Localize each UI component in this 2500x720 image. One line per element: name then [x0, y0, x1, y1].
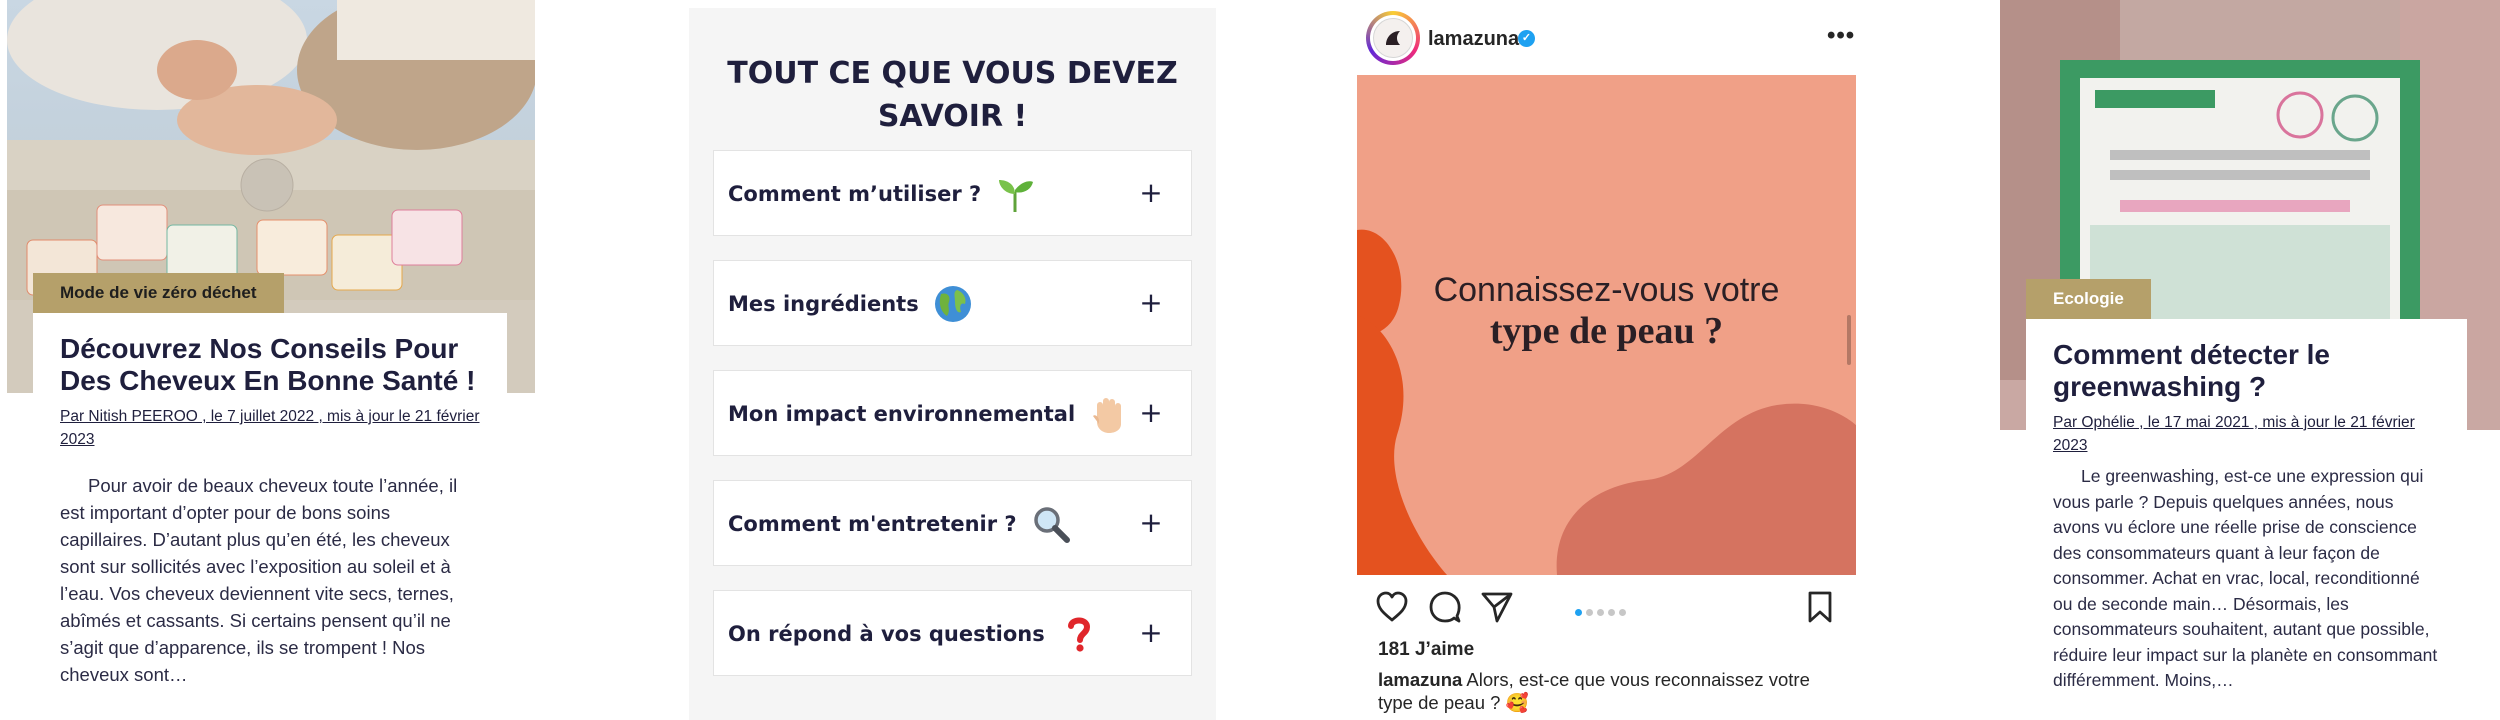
- expand-plus-icon[interactable]: +: [1139, 179, 1163, 207]
- article-excerpt-text: Pour avoir de beaux cheveux toute l’anné…: [60, 475, 458, 685]
- article-heading-box: Découvrez Nos Conseils Pour Des Cheveux …: [33, 313, 507, 465]
- article-excerpt: Le greenwashing, est-ce une expression q…: [2026, 464, 2467, 704]
- like-heart-icon[interactable]: [1375, 590, 1409, 624]
- faq-item-questions[interactable]: On répond à vos questions +: [713, 590, 1192, 676]
- globe-icon: [934, 286, 971, 322]
- article-card-greenwashing[interactable]: Ecologie Comment détecter le greenwashin…: [2000, 0, 2500, 720]
- article-title[interactable]: Découvrez Nos Conseils Pour Des Cheveux …: [60, 333, 480, 397]
- carousel-dot: [1597, 609, 1604, 616]
- faq-item-label: Mon impact environnemental: [728, 402, 1076, 426]
- post-image-heading-bold: type de peau ?: [1489, 310, 1724, 352]
- article-card-hair-tips[interactable]: Mode de vie zéro déchet Découvrez Nos Co…: [0, 0, 545, 720]
- carousel-indicator: [1575, 603, 1630, 621]
- likes-count[interactable]: 181 J’aime: [1378, 639, 1474, 661]
- instagram-action-bar: [1357, 590, 1856, 626]
- seedling-icon: [999, 180, 1034, 212]
- category-badge[interactable]: Mode de vie zéro déchet: [33, 273, 284, 313]
- faq-item-label: Comment m'entretenir ?: [728, 512, 1017, 536]
- instagram-post: lamazuna ✓ ••• Connaissez-vous votre typ…: [1357, 0, 1856, 720]
- carousel-dot: [1608, 609, 1615, 616]
- article-meta[interactable]: Par Nitish PEEROO , le 7 juillet 2022 , …: [60, 405, 480, 451]
- expand-plus-icon[interactable]: +: [1139, 289, 1163, 317]
- carousel-dot: [1586, 609, 1593, 616]
- carousel-dot: [1575, 609, 1582, 616]
- more-options-icon[interactable]: •••: [1827, 22, 1855, 50]
- faq-panel: TOUT CE QUE VOUS DEVEZ SAVOIR ! Comment …: [689, 8, 1216, 720]
- question-mark-icon: [1067, 617, 1090, 652]
- faq-item-label: On répond à vos questions: [728, 622, 1045, 646]
- faq-item-label: Comment m’utiliser ?: [728, 182, 982, 206]
- magnifier-icon: [1033, 507, 1070, 543]
- article-excerpt: Pour avoir de beaux cheveux toute l’anné…: [33, 472, 507, 702]
- faq-item-environmental-impact[interactable]: Mon impact environnemental +: [713, 370, 1192, 456]
- lamazuna-logo-icon: [1373, 18, 1413, 58]
- share-send-icon[interactable]: [1480, 590, 1514, 624]
- expand-plus-icon[interactable]: +: [1139, 399, 1163, 427]
- carousel-scrollbar[interactable]: [1847, 315, 1851, 365]
- raised-hand-icon: [1093, 398, 1122, 433]
- expand-plus-icon[interactable]: +: [1139, 509, 1163, 537]
- article-heading-box: Comment détecter le greenwashing ? Par O…: [2026, 319, 2467, 460]
- faq-title: TOUT CE QUE VOUS DEVEZ SAVOIR !: [727, 56, 1178, 134]
- article-title[interactable]: Comment détecter le greenwashing ?: [2053, 339, 2440, 403]
- instagram-username[interactable]: lamazuna: [1428, 28, 1519, 51]
- instagram-post-image[interactable]: Connaissez-vous votre type de peau ?: [1357, 75, 1856, 575]
- comment-icon[interactable]: [1428, 590, 1462, 624]
- post-caption: lamazuna Alors, est-ce que vous reconnai…: [1378, 668, 1848, 714]
- faq-item-ingredients[interactable]: Mes ingrédients +: [713, 260, 1192, 346]
- avatar[interactable]: [1366, 11, 1420, 65]
- expand-plus-icon[interactable]: +: [1139, 619, 1163, 647]
- category-badge[interactable]: Ecologie: [2026, 279, 2151, 319]
- article-excerpt-text: Le greenwashing, est-ce une expression q…: [2053, 466, 2438, 690]
- caption-username[interactable]: lamazuna: [1378, 669, 1462, 690]
- bookmark-icon[interactable]: [1803, 590, 1837, 624]
- faq-item-usage[interactable]: Comment m’utiliser ? +: [713, 150, 1192, 236]
- page: Mode de vie zéro déchet Découvrez Nos Co…: [0, 0, 2500, 720]
- post-image-heading: Connaissez-vous votre: [1433, 271, 1780, 309]
- article-meta[interactable]: Par Ophélie , le 17 mai 2021 , mis à jou…: [2053, 411, 2440, 457]
- faq-item-label: Mes ingrédients: [728, 292, 919, 316]
- carousel-dot: [1619, 609, 1626, 616]
- verified-badge-icon: ✓: [1518, 30, 1535, 47]
- faq-item-maintenance[interactable]: Comment m'entretenir ? +: [713, 480, 1192, 566]
